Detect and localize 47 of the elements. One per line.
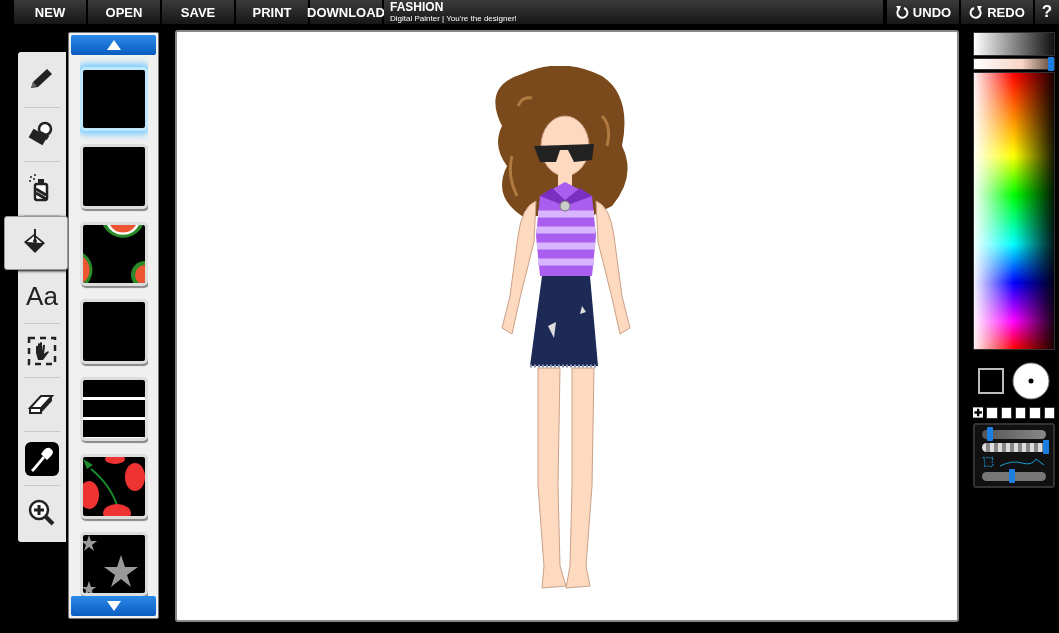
opacity-slider[interactable] xyxy=(982,443,1046,452)
color-spectrum[interactable] xyxy=(973,72,1055,350)
size-slider[interactable] xyxy=(982,430,1046,439)
color-swatch[interactable] xyxy=(1043,407,1055,419)
tint-slider[interactable] xyxy=(973,58,1055,70)
color-swatch[interactable] xyxy=(1014,407,1027,419)
app-title: FASHION xyxy=(390,1,445,14)
redo-button[interactable]: REDO xyxy=(961,0,1033,24)
scroll-down-button[interactable] xyxy=(71,596,156,616)
color-swatch[interactable] xyxy=(986,407,998,419)
menu-button[interactable]: DOWNLOAD xyxy=(310,0,382,24)
redo-icon xyxy=(969,5,984,19)
menu-button[interactable]: OPEN xyxy=(88,0,160,24)
slider-thumb[interactable] xyxy=(986,427,993,441)
pattern-swatch[interactable] xyxy=(79,299,148,364)
menu-button[interactable]: NEW xyxy=(14,0,86,24)
help-button[interactable]: ? xyxy=(1035,0,1059,24)
undo-icon xyxy=(894,5,909,19)
pattern-swatch[interactable] xyxy=(79,144,148,209)
brush-tip-icon xyxy=(1012,362,1050,400)
tool-button[interactable] xyxy=(4,216,68,270)
slider-thumb[interactable] xyxy=(1048,57,1054,71)
hand-select-icon xyxy=(27,335,57,366)
shade-picker[interactable] xyxy=(973,32,1055,56)
menu-button[interactable]: PRINT xyxy=(236,0,308,24)
color-swatch[interactable] xyxy=(1000,407,1012,419)
color-swatch[interactable] xyxy=(1029,407,1041,419)
up-arrow-icon xyxy=(105,39,122,51)
pattern-swatch[interactable] xyxy=(79,221,148,287)
zoom-in-icon xyxy=(27,498,57,528)
pattern-swatch[interactable] xyxy=(79,376,148,442)
color-preview xyxy=(978,368,1004,394)
undo-button[interactable]: UNDO xyxy=(887,0,959,24)
pattern-swatch[interactable] xyxy=(79,67,148,132)
menu-button[interactable]: SAVE xyxy=(162,0,234,24)
add-swatch-icon[interactable] xyxy=(973,407,984,418)
scroll-up-button[interactable] xyxy=(71,35,156,55)
pattern-swatch[interactable] xyxy=(79,531,148,596)
tool-button[interactable]: Aa xyxy=(24,270,60,324)
slider-thumb[interactable] xyxy=(1009,469,1016,483)
smoothing-curve-icon xyxy=(982,456,1046,468)
eyedropper-icon xyxy=(25,441,59,476)
pattern-swatch[interactable] xyxy=(79,454,148,519)
slider-thumb[interactable] xyxy=(1043,440,1049,454)
smoothing-slider[interactable] xyxy=(982,472,1046,481)
down-arrow-icon xyxy=(105,600,122,612)
app-subtitle: Digital Painter | You're the designer! xyxy=(390,14,518,24)
